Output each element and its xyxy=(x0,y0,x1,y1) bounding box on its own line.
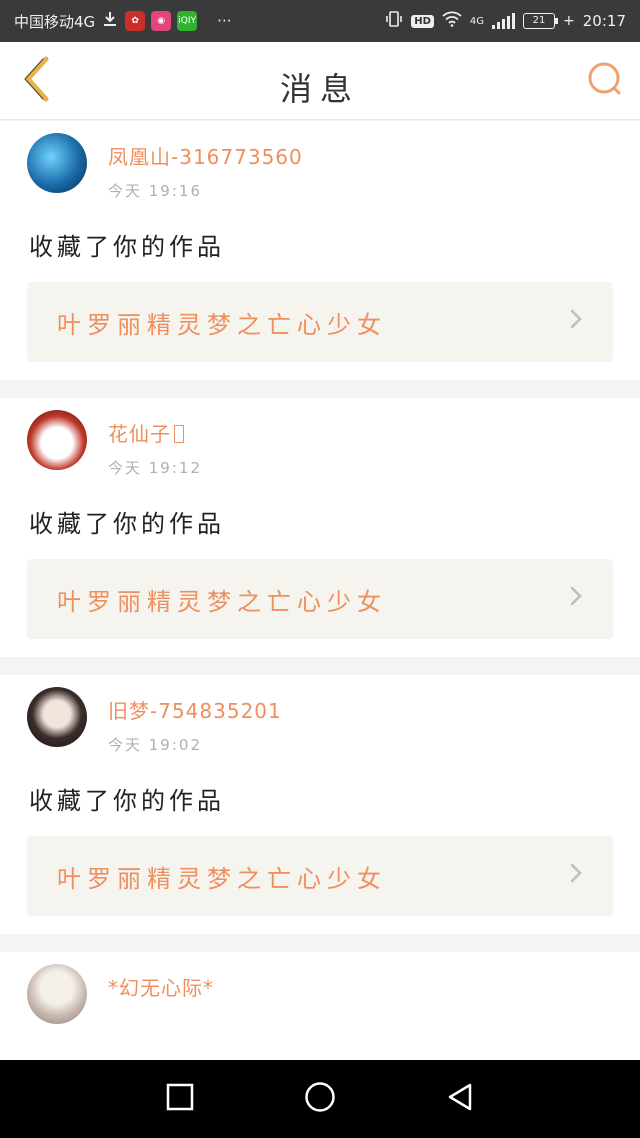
action-text: 收藏了你的作品 xyxy=(29,233,225,261)
user-meta: 凤凰山-316773560 今天 19:16 xyxy=(108,131,303,201)
hd-badge: HD xyxy=(411,14,434,28)
page-title: 消息 xyxy=(279,70,360,108)
download-icon xyxy=(101,10,119,32)
carrier-label: 中国移动4G xyxy=(14,12,96,31)
message-card[interactable]: 旧梦-754835201 今天 19:02 收藏了你的作品 叶罗丽精灵梦之亡心少… xyxy=(0,675,640,934)
message-time: 今天 19:16 xyxy=(108,182,202,200)
search-button[interactable] xyxy=(584,60,626,102)
network-label: 4G xyxy=(469,15,485,27)
message-card[interactable]: *幻无心际* xyxy=(0,952,640,1060)
vibrate-icon xyxy=(385,10,403,32)
unknown-glyph-icon xyxy=(174,425,184,443)
weibo-icon: ◉ xyxy=(151,11,172,31)
message-header: 花仙子 今天 19:12 xyxy=(27,408,613,488)
battery-icon: 21 xyxy=(523,13,559,29)
header: 消息 xyxy=(0,42,640,120)
avatar[interactable] xyxy=(27,687,87,747)
search-icon xyxy=(586,60,624,102)
message-header: *幻无心际* xyxy=(27,962,613,1042)
message-header: 旧梦-754835201 今天 19:02 xyxy=(27,685,613,765)
work-title: 叶罗丽精灵梦之亡心少女 xyxy=(57,587,387,616)
battery-level: 21 xyxy=(532,15,546,26)
system-nav-bar xyxy=(0,1060,640,1138)
clock: 20:17 xyxy=(582,12,626,30)
recent-apps-button[interactable] xyxy=(150,1069,210,1129)
status-left: 中国移动4G ✿ ◉ iQIY ··· xyxy=(14,10,385,32)
status-right: HD 4G 21 + 20:17 xyxy=(385,10,626,32)
user-meta: 旧梦-754835201 今天 19:02 xyxy=(108,685,282,755)
user-name[interactable]: *幻无心际* xyxy=(108,972,214,1001)
user-name[interactable]: 旧梦-754835201 xyxy=(108,695,282,724)
message-time: 今天 19:02 xyxy=(108,736,202,754)
action-text: 收藏了你的作品 xyxy=(29,510,225,538)
avatar[interactable] xyxy=(27,410,87,470)
chevron-right-icon xyxy=(569,584,583,614)
message-card[interactable]: 凤凰山-316773560 今天 19:16 收藏了你的作品 叶罗丽精灵梦之亡心… xyxy=(0,121,640,380)
work-link[interactable]: 叶罗丽精灵梦之亡心少女 xyxy=(27,559,613,639)
message-header: 凤凰山-316773560 今天 19:16 xyxy=(27,131,613,211)
work-title: 叶罗丽精灵梦之亡心少女 xyxy=(57,310,387,339)
work-title: 叶罗丽精灵梦之亡心少女 xyxy=(57,864,387,893)
user-meta: 花仙子 今天 19:12 xyxy=(108,408,202,478)
back-nav-button[interactable] xyxy=(430,1069,490,1129)
wifi-icon xyxy=(442,11,462,31)
signal-icon xyxy=(492,13,516,29)
recent-apps-icon xyxy=(166,1083,194,1115)
work-link[interactable]: 叶罗丽精灵梦之亡心少女 xyxy=(27,282,613,362)
huawei-icon: ✿ xyxy=(125,11,146,31)
user-name[interactable]: 凤凰山-316773560 xyxy=(108,141,303,170)
action-text: 收藏了你的作品 xyxy=(29,787,225,815)
user-name-text: 花仙子 xyxy=(108,422,171,446)
message-list[interactable]: 凤凰山-316773560 今天 19:16 收藏了你的作品 叶罗丽精灵梦之亡心… xyxy=(0,121,640,1060)
user-meta: *幻无心际* xyxy=(108,962,214,1011)
avatar[interactable] xyxy=(27,133,87,193)
status-bar: 中国移动4G ✿ ◉ iQIY ··· HD 4G 21 + 20:17 xyxy=(0,0,640,42)
home-icon xyxy=(304,1081,336,1117)
iqiyi-icon: iQIY xyxy=(177,11,198,31)
message-card[interactable]: 花仙子 今天 19:12 收藏了你的作品 叶罗丽精灵梦之亡心少女 xyxy=(0,398,640,657)
back-icon xyxy=(446,1082,474,1116)
chevron-right-icon xyxy=(569,307,583,337)
more-notifications: ··· xyxy=(217,12,232,30)
user-name[interactable]: 花仙子 xyxy=(108,418,202,447)
avatar[interactable] xyxy=(27,964,87,1024)
message-time: 今天 19:12 xyxy=(108,459,202,477)
charging-icon: + xyxy=(563,13,575,29)
chevron-right-icon xyxy=(569,861,583,891)
work-link[interactable]: 叶罗丽精灵梦之亡心少女 xyxy=(27,836,613,916)
home-button[interactable] xyxy=(290,1069,350,1129)
